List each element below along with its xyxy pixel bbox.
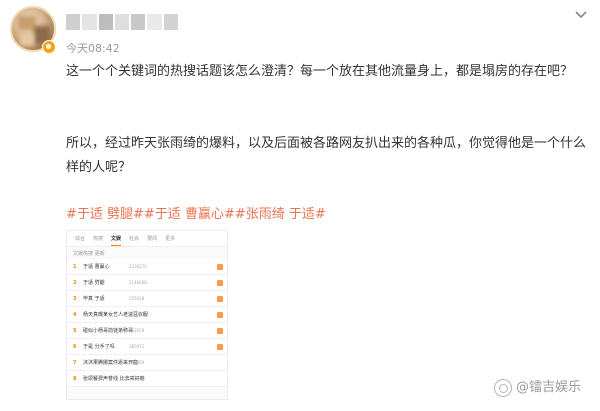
rank-number: 2 — [73, 280, 77, 286]
hot-tag-icon — [217, 264, 223, 270]
hot-search-count: 282787 — [129, 376, 145, 381]
hot-tag-icon — [217, 344, 223, 350]
author-name-mosaic[interactable] — [66, 14, 178, 30]
chevron-down-icon[interactable] — [574, 10, 588, 20]
hot-search-row: 2 于适 劈腿 1146608 — [67, 275, 227, 291]
screenshot-header: 文娱热搜 更新 — [73, 251, 105, 257]
hot-tag-icon — [217, 328, 223, 334]
screenshot-tab-active: 文娱 — [111, 231, 122, 246]
post-text-paragraph: 这一个个关键词的热搜话题该怎么澄清？每一个放在其他流量身上，都是塌房的存在吧？ — [66, 64, 574, 79]
hot-search-title: 于是 分手了吗 — [83, 344, 115, 350]
hot-tag-icon — [217, 280, 223, 286]
hot-search-row: 6 于是 分手了吗 385972 — [67, 339, 227, 355]
rank-number: 6 — [73, 344, 77, 350]
post-text-paragraph: 所以，经过昨天张雨绮的爆料，以及后面被各路网友扒出来的各种瓜，你觉得他是一个什么… — [66, 136, 587, 175]
screenshot-tab: 社会 — [129, 236, 140, 242]
hot-tag-icon — [217, 312, 223, 318]
screenshot-tab: 热搜 — [93, 236, 104, 242]
hot-search-title: 于适 曹赢心 — [83, 264, 110, 270]
hot-search-row: 7 沐沐果腾挪案件逐来开庭 337989 — [67, 355, 227, 371]
embedded-hot-search-screenshot[interactable]: 综合 热搜 文娱 社会 要闻 更多 文娱热搜 更新 1 于适 曹赢心 23362… — [66, 230, 228, 400]
hot-tag-icon — [217, 296, 223, 302]
post-timestamp: 今天08:42 — [66, 42, 120, 55]
rank-number: 3 — [73, 296, 77, 302]
hot-search-row: 8 张颂餐费声誉线 比去来好瘾 282787 — [67, 371, 227, 387]
hot-search-title: 于适 劈腿 — [83, 280, 105, 286]
hot-search-list: 1 于适 曹赢心 2336270 2 于适 劈腿 1146608 3 毕真 于适… — [67, 259, 227, 387]
hot-search-count: 555028 — [129, 296, 145, 301]
hot-search-count: 385972 — [129, 344, 145, 349]
verified-badge-icon — [42, 40, 56, 54]
hot-search-count: 462291 — [129, 312, 145, 317]
hashtag-links[interactable]: #于适 劈腿##于适 曹赢心##张雨绮 于适# — [66, 204, 326, 226]
weibo-post: 今天08:42 这一个个关键词的热搜话题该怎么澄清？每一个放在其他流量身上，都是… — [0, 0, 600, 411]
watermark-logo-icon — [494, 379, 512, 397]
hot-search-count: 1146608 — [129, 280, 147, 285]
hot-search-row: 3 毕真 于适 555028 — [67, 291, 227, 307]
watermark: @镭吉娱乐 — [494, 379, 581, 397]
rank-number: 7 — [73, 360, 77, 366]
hot-search-count: 452059 — [129, 328, 145, 333]
screenshot-tab: 综合 — [75, 236, 86, 242]
screenshot-tab: 更多 — [165, 236, 176, 242]
hot-search-count: 337989 — [129, 360, 145, 365]
avatar-mosaic — [20, 34, 34, 46]
screenshot-tab: 要闻 — [147, 236, 158, 242]
screenshot-tab-bar: 综合 热搜 文娱 社会 要闻 更多 — [67, 231, 227, 247]
rank-number: 5 — [73, 328, 77, 334]
hot-search-count: 2336270 — [129, 264, 147, 269]
hot-search-row: 1 于适 曹赢心 2336270 — [67, 259, 227, 275]
hot-search-row: 5 碰似小杨哥前徒弟称哥 452059 — [67, 323, 227, 339]
hot-search-row: 4 杨天真曝某女艺人老进豆衣服 462291 — [67, 307, 227, 323]
hot-search-title: 碰似小杨哥前徒弟称哥 — [83, 328, 134, 334]
watermark-text: @镭吉娱乐 — [516, 380, 582, 395]
rank-number: 8 — [73, 376, 77, 382]
hot-search-title: 毕真 于适 — [83, 296, 105, 302]
rank-number: 1 — [73, 264, 77, 270]
rank-number: 4 — [73, 312, 77, 318]
